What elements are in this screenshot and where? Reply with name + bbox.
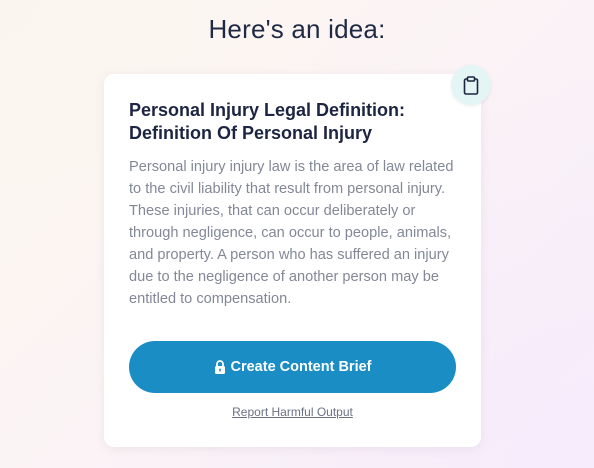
clipboard-icon [463, 75, 479, 95]
idea-card: Personal Injury Legal Definition: Defini… [104, 74, 481, 447]
card-body-text: Personal injury injury law is the area o… [129, 159, 454, 307]
card-title: Personal Injury Legal Definition: Defini… [129, 100, 406, 143]
report-harmful-output-link[interactable]: Report Harmful Output [104, 405, 481, 419]
create-content-brief-button[interactable]: Create Content Brief [129, 341, 456, 393]
copy-button[interactable] [451, 65, 491, 105]
page-title: Here's an idea: [208, 14, 386, 44]
create-content-brief-label: Create Content Brief [230, 359, 372, 375]
lock-icon [214, 360, 226, 374]
